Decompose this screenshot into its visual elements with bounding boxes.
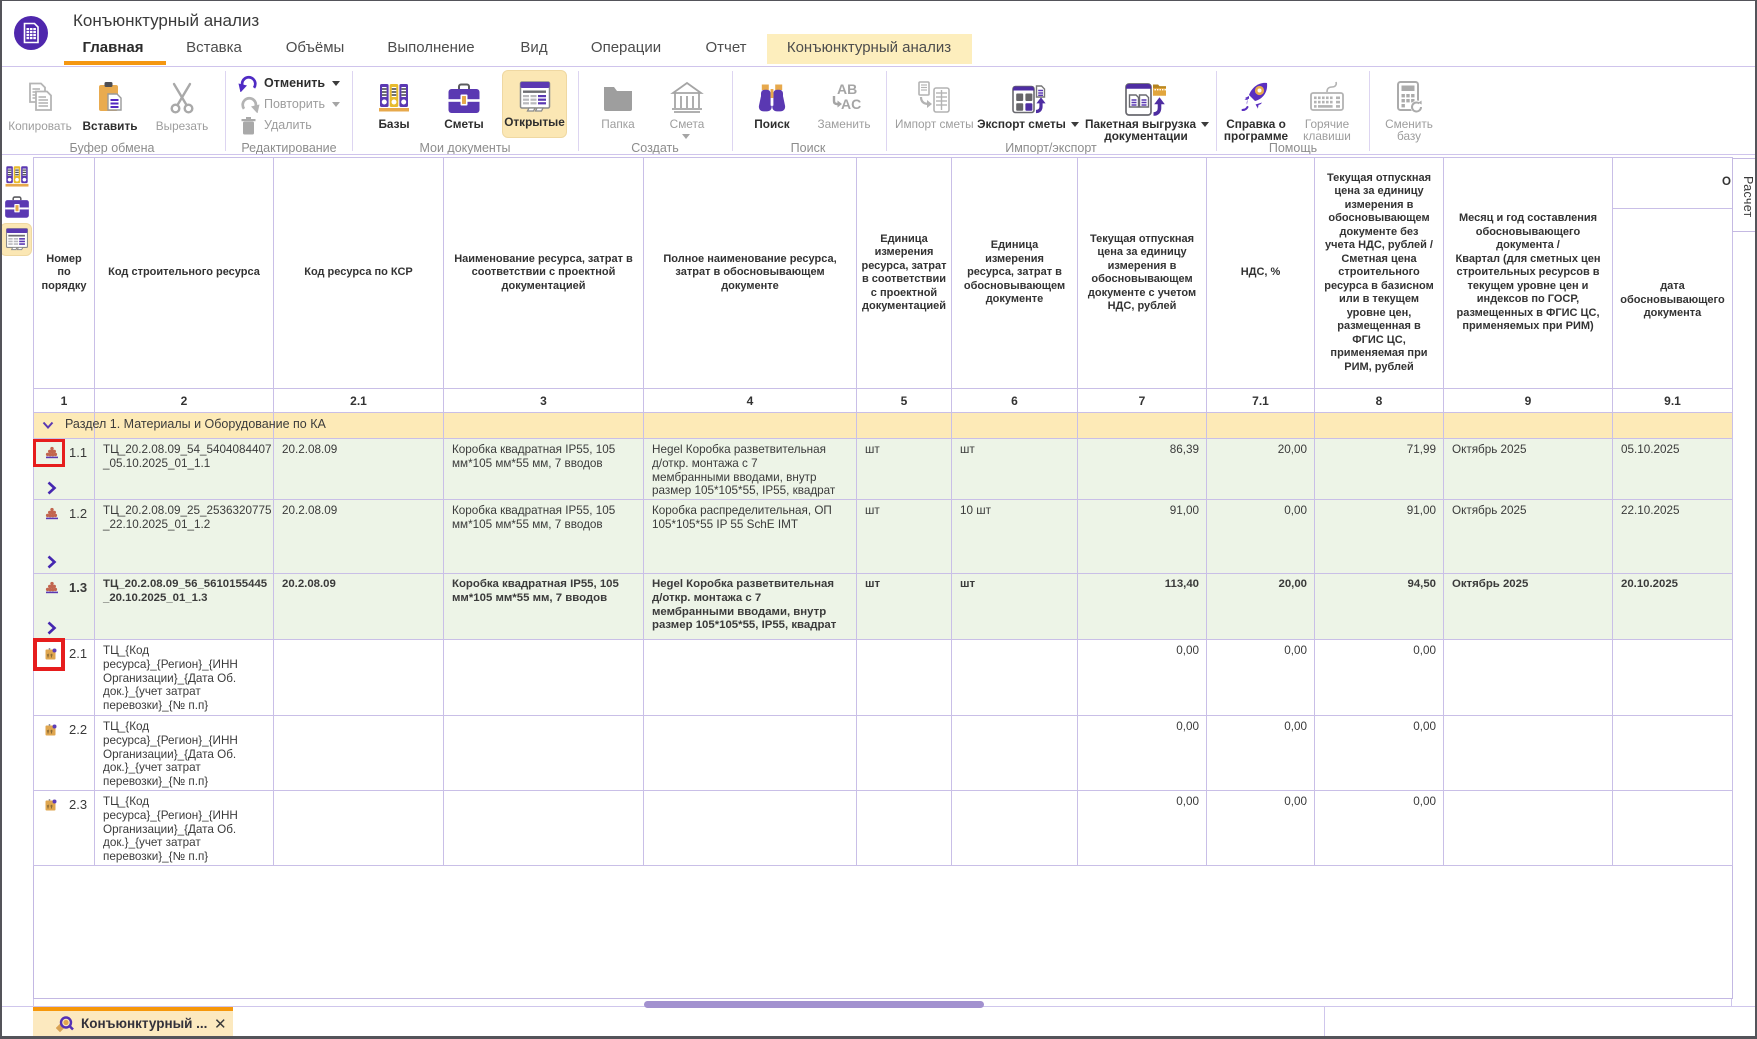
svg-text:AC: AC	[841, 96, 861, 112]
svg-text:AB: AB	[837, 81, 857, 97]
